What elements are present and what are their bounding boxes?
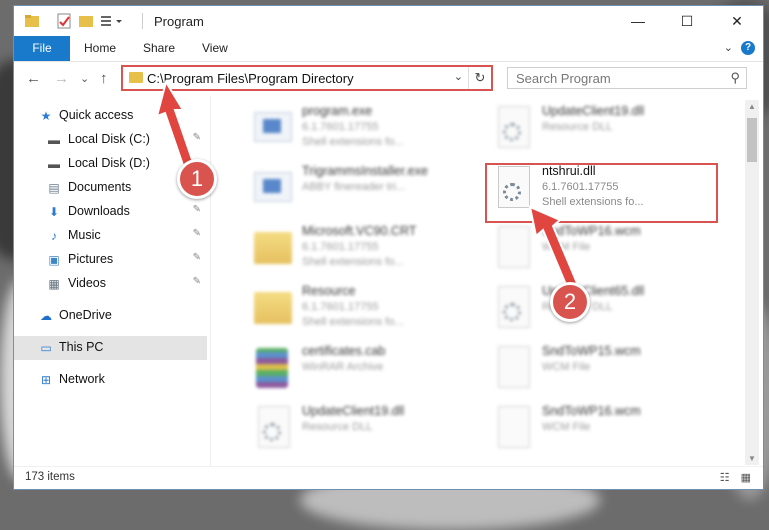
step-2-badge: 2 bbox=[550, 282, 590, 322]
annotation-arrows bbox=[155, 79, 579, 289]
step-1-badge: 1 bbox=[177, 159, 217, 199]
